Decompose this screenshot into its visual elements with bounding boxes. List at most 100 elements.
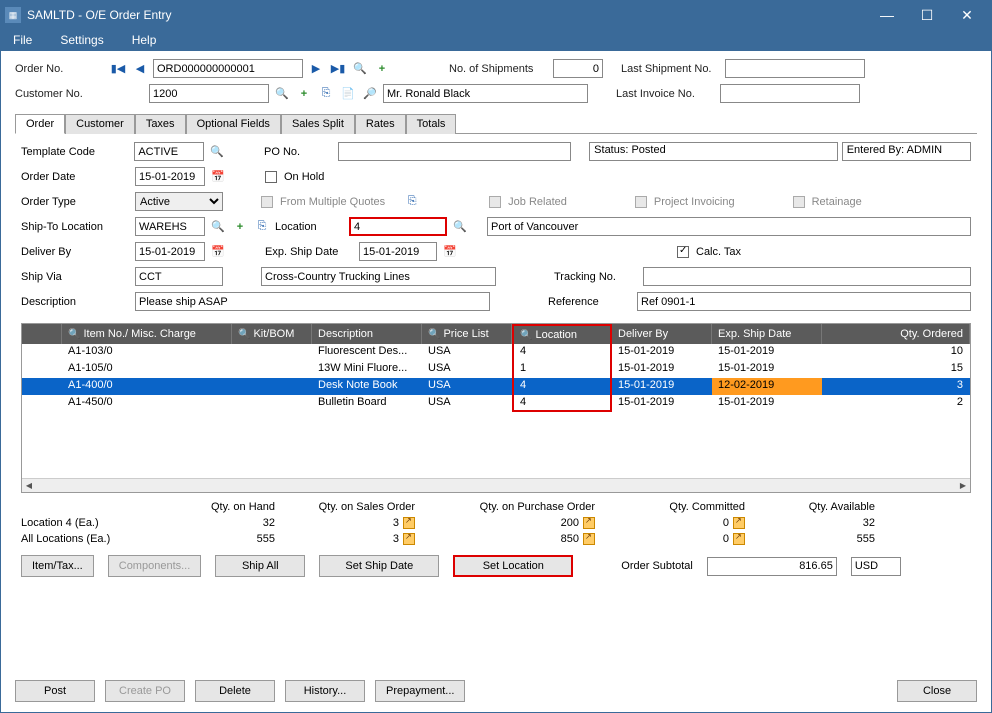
on-hold-checkbox[interactable]: [265, 171, 277, 183]
reference-input[interactable]: [637, 292, 971, 311]
customer-add-icon[interactable]: +: [295, 85, 313, 103]
last-record-icon[interactable]: ▶▮: [329, 60, 347, 78]
drill-icon[interactable]: [583, 533, 595, 545]
ship-to-location-label: Ship-To Location: [21, 221, 131, 233]
from-multiple-quotes-checkbox: [261, 196, 273, 208]
new-order-icon[interactable]: +: [373, 60, 391, 78]
order-date-label: Order Date: [21, 171, 131, 183]
close-window-button[interactable]: Close: [897, 680, 977, 702]
shipments-field: [553, 59, 603, 78]
order-type-select[interactable]: Active: [135, 192, 223, 211]
deliver-by-input[interactable]: [135, 242, 205, 261]
qty-all-po: 850: [561, 533, 579, 545]
ship-to-search-icon[interactable]: 🔍: [209, 218, 227, 236]
calc-tax-checkbox[interactable]: [677, 246, 689, 258]
description-input[interactable]: [135, 292, 490, 311]
grid-horizontal-scrollbar[interactable]: ◀▶: [22, 478, 970, 492]
drill-icon[interactable]: [403, 517, 415, 529]
drill-icon[interactable]: [403, 533, 415, 545]
first-record-icon[interactable]: ▮◀: [109, 60, 127, 78]
order-type-label: Order Type: [21, 196, 131, 208]
deliver-by-calendar-icon[interactable]: 📅: [209, 243, 227, 261]
ship-all-button[interactable]: Ship All: [215, 555, 305, 577]
location-search-icon[interactable]: 🔍: [451, 218, 469, 236]
ship-to-zoom-icon[interactable]: ⎘: [253, 218, 271, 236]
prev-record-icon[interactable]: ◀: [131, 60, 149, 78]
tab-optional-fields[interactable]: Optional Fields: [186, 114, 281, 134]
last-shipment-no-field: [725, 59, 865, 78]
col-qty[interactable]: Qty. Ordered: [900, 328, 963, 340]
col-price[interactable]: Price List: [443, 328, 488, 340]
table-row[interactable]: A1-400/0Desk Note BookUSA415-01-201912-0…: [22, 378, 970, 395]
order-date-input[interactable]: [135, 167, 205, 186]
prepayment-button[interactable]: Prepayment...: [375, 680, 465, 702]
customer-zoom-icon[interactable]: ⎘: [317, 85, 335, 103]
template-code-input[interactable]: [134, 142, 204, 161]
customer-find-icon[interactable]: 🔎: [361, 85, 379, 103]
maximize-button[interactable]: ☐: [907, 1, 947, 29]
col-expship[interactable]: Exp. Ship Date: [718, 328, 791, 340]
table-row[interactable]: A1-105/013W Mini Fluore...USA115-01-2019…: [22, 361, 970, 378]
set-location-button[interactable]: Set Location: [453, 555, 573, 577]
next-record-icon[interactable]: ▶: [307, 60, 325, 78]
order-no-input[interactable]: [153, 59, 303, 78]
col-item[interactable]: Item No./ Misc. Charge: [83, 328, 195, 340]
qty-loc-comm: 0: [723, 517, 729, 529]
post-button[interactable]: Post: [15, 680, 95, 702]
job-related-checkbox: [489, 196, 501, 208]
tab-customer[interactable]: Customer: [65, 114, 135, 134]
tracking-no-input[interactable]: [643, 267, 971, 286]
drill-icon[interactable]: [583, 517, 595, 529]
qty-available-header: Qty. Available: [751, 501, 881, 513]
minimize-button[interactable]: —: [867, 1, 907, 29]
menu-help[interactable]: Help: [128, 31, 161, 49]
order-subtotal-label: Order Subtotal: [621, 560, 693, 572]
history-button[interactable]: History...: [285, 680, 365, 702]
close-button[interactable]: ✕: [947, 1, 987, 29]
menu-file[interactable]: File: [9, 31, 36, 49]
ship-via-name-field: [261, 267, 496, 286]
delete-button[interactable]: Delete: [195, 680, 275, 702]
last-shipment-no-label: Last Shipment No.: [621, 63, 721, 75]
ship-to-location-input[interactable]: [135, 217, 205, 236]
col-deliver[interactable]: Deliver By: [618, 328, 668, 340]
customer-no-input[interactable]: [149, 84, 269, 103]
menu-settings[interactable]: Settings: [56, 31, 107, 49]
quotes-zoom-icon[interactable]: ⎘: [403, 193, 421, 211]
ship-to-add-icon[interactable]: +: [231, 218, 249, 236]
po-no-label: PO No.: [264, 146, 334, 158]
tab-sales-split[interactable]: Sales Split: [281, 114, 355, 134]
col-desc[interactable]: Description: [318, 328, 373, 340]
customer-note-icon[interactable]: 📄: [339, 85, 357, 103]
col-location[interactable]: Location: [535, 329, 577, 341]
line-items-grid[interactable]: 🔍Item No./ Misc. Charge 🔍Kit/BOM Descrip…: [21, 323, 971, 493]
exp-ship-date-input[interactable]: [359, 242, 437, 261]
drill-icon[interactable]: [733, 533, 745, 545]
qty-loc-po: 200: [561, 517, 579, 529]
tab-totals[interactable]: Totals: [406, 114, 457, 134]
drill-icon[interactable]: [733, 517, 745, 529]
exp-ship-calendar-icon[interactable]: 📅: [441, 243, 459, 261]
customer-search-icon[interactable]: 🔍: [273, 85, 291, 103]
qty-all-avail: 555: [751, 533, 881, 545]
table-row[interactable]: A1-450/0Bulletin BoardUSA415-01-201915-0…: [22, 395, 970, 412]
retainage-label: Retainage: [812, 196, 862, 208]
search-order-icon[interactable]: 🔍: [351, 60, 369, 78]
tab-taxes[interactable]: Taxes: [135, 114, 186, 134]
order-date-calendar-icon[interactable]: 📅: [209, 168, 227, 186]
set-ship-date-button[interactable]: Set Ship Date: [319, 555, 439, 577]
ship-via-input[interactable]: [135, 267, 223, 286]
col-kitbom[interactable]: Kit/BOM: [253, 328, 294, 340]
status-field: Status: Posted: [589, 142, 838, 161]
location-input[interactable]: [349, 217, 447, 236]
po-no-input[interactable]: [338, 142, 572, 161]
template-search-icon[interactable]: 🔍: [208, 143, 226, 161]
tab-rates[interactable]: Rates: [355, 114, 406, 134]
qty-sales-header: Qty. on Sales Order: [281, 501, 421, 513]
table-row[interactable]: A1-103/0Fluorescent Des...USA415-01-2019…: [22, 344, 970, 361]
order-subtotal-field: [707, 557, 837, 576]
item-tax-button[interactable]: Item/Tax...: [21, 555, 94, 577]
tab-order[interactable]: Order: [15, 114, 65, 134]
last-invoice-no-label: Last Invoice No.: [616, 88, 716, 100]
qty-all-sales: 3: [393, 533, 399, 545]
